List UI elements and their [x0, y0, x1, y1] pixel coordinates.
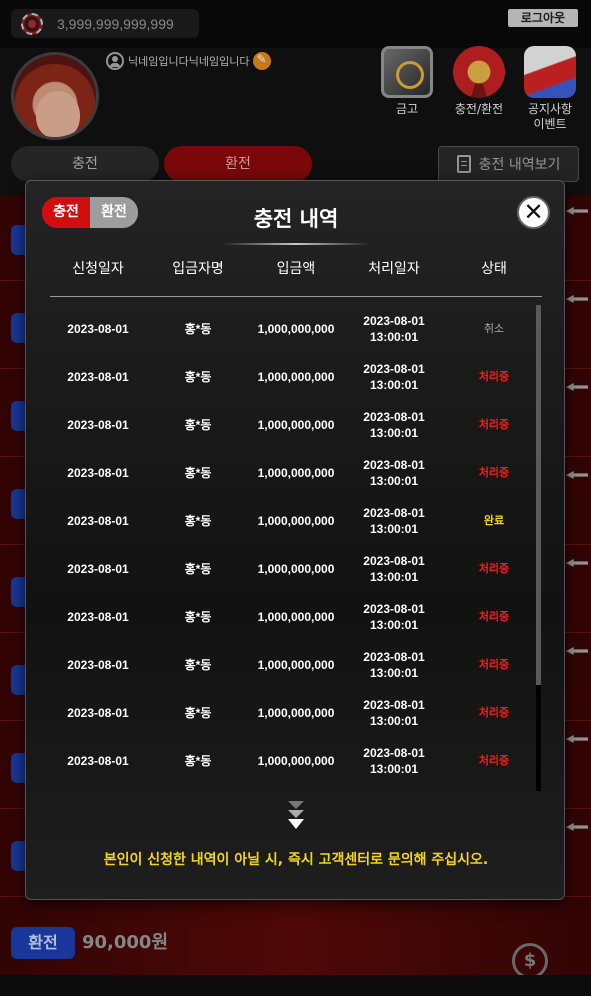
depositor-cell: 홍*동	[184, 562, 212, 576]
processed-date-cell: 2023-08-01 13:00:01	[342, 553, 446, 585]
depositor-cell: 홍*동	[184, 754, 212, 768]
column-header: 상태	[481, 261, 507, 277]
request-date-cell: 2023-08-01	[67, 562, 129, 576]
processed-date: 2023-08-01	[363, 362, 425, 376]
status-badge: 처리중	[478, 418, 510, 431]
processed-time: 13:00:01	[369, 618, 419, 632]
status-badge: 처리중	[478, 754, 510, 767]
status-badge: 처리중	[478, 706, 510, 719]
processed-date: 2023-08-01	[363, 554, 425, 568]
processed-date-cell: 2023-08-01 13:00:01	[342, 409, 446, 441]
close-icon: ✕	[523, 198, 544, 226]
title-underline	[222, 243, 370, 245]
status-badge: 처리중	[478, 370, 510, 383]
processed-time: 13:00:01	[369, 714, 419, 728]
processed-date: 2023-08-01	[363, 698, 425, 712]
depositor-cell: 홍*동	[184, 322, 212, 336]
request-date-cell: 2023-08-01	[67, 322, 129, 336]
processed-date-cell: 2023-08-01 13:00:01	[342, 361, 446, 393]
processed-date: 2023-08-01	[363, 602, 425, 616]
processed-time: 13:00:01	[369, 330, 419, 344]
table-row: 2023-08-01 홍*동 1,000,000,000 2023-08-01 13:0…	[50, 401, 542, 449]
processed-time: 13:00:01	[369, 762, 419, 776]
status-badge: 취소	[483, 322, 505, 335]
processed-date-cell: 2023-08-01 13:00:01	[342, 745, 446, 777]
status-badge: 처리중	[478, 658, 510, 671]
modal-title: 충전 내역	[253, 207, 339, 231]
processed-time: 13:00:01	[369, 522, 419, 536]
close-button[interactable]: ✕	[517, 196, 550, 229]
amount-cell: 1,000,000,000	[257, 706, 335, 720]
processed-date: 2023-08-01	[363, 314, 425, 328]
depositor-cell: 홍*동	[184, 418, 212, 432]
request-date-cell: 2023-08-01	[67, 658, 129, 672]
table-row: 2023-08-01 홍*동 1,000,000,000 2023-08-01 13:0…	[50, 593, 542, 641]
depositor-cell: 홍*동	[184, 610, 212, 624]
column-header: 처리일자	[368, 261, 420, 277]
request-date-cell: 2023-08-01	[67, 418, 129, 432]
processed-time: 13:00:01	[369, 570, 419, 584]
amount-cell: 1,000,000,000	[257, 754, 335, 768]
status-badge: 완료	[483, 514, 505, 527]
processed-date-cell: 2023-08-01 13:00:01	[342, 505, 446, 537]
amount-cell: 1,000,000,000	[257, 514, 335, 528]
processed-date-cell: 2023-08-01 13:00:01	[342, 649, 446, 681]
scrollbar[interactable]	[536, 305, 541, 791]
processed-time: 13:00:01	[369, 474, 419, 488]
charge-history-modal: 충전 환전 충전 내역 ✕ 신청일자 입금자명 입금액 처리일자 상태 2023…	[25, 180, 565, 900]
table-header: 신청일자 입금자명 입금액 처리일자 상태	[50, 259, 542, 297]
table-row: 2023-08-01 홍*동 1,000,000,000 2023-08-01 13:0…	[50, 353, 542, 401]
amount-cell: 1,000,000,000	[257, 418, 335, 432]
amount-cell: 1,000,000,000	[257, 658, 335, 672]
request-date-cell: 2023-08-01	[67, 466, 129, 480]
processed-time: 13:00:01	[369, 666, 419, 680]
table-row: 2023-08-01 홍*동 1,000,000,000 2023-08-01 13:0…	[50, 641, 542, 689]
table-row: 2023-08-01 홍*동 1,000,000,000 2023-08-01 13:0…	[50, 497, 542, 545]
amount-cell: 1,000,000,000	[257, 562, 335, 576]
processed-date-cell: 2023-08-01 13:00:01	[342, 601, 446, 633]
depositor-cell: 홍*동	[184, 370, 212, 384]
processed-date-cell: 2023-08-01 13:00:01	[342, 457, 446, 489]
processed-date-cell: 2023-08-01 13:00:01	[342, 697, 446, 729]
table-row: 2023-08-01 홍*동 1,000,000,000 2023-08-01 13:0…	[50, 449, 542, 497]
processed-date: 2023-08-01	[363, 458, 425, 472]
column-header: 입금액	[276, 261, 316, 277]
processed-date: 2023-08-01	[363, 650, 425, 664]
processed-time: 13:00:01	[369, 426, 419, 440]
column-header: 입금자명	[172, 261, 224, 277]
table-body: 2023-08-01 홍*동 1,000,000,000 2023-08-01 13:0…	[50, 305, 542, 785]
processed-date: 2023-08-01	[363, 506, 425, 520]
amount-cell: 1,000,000,000	[257, 322, 335, 336]
depositor-cell: 홍*동	[184, 466, 212, 480]
status-badge: 처리중	[478, 562, 510, 575]
request-date-cell: 2023-08-01	[67, 610, 129, 624]
table-row: 2023-08-01 홍*동 1,000,000,000 2023-08-01 13:0…	[50, 689, 542, 737]
status-badge: 처리중	[478, 466, 510, 479]
table-row: 2023-08-01 홍*동 1,000,000,000 2023-08-01 13:0…	[50, 545, 542, 593]
amount-cell: 1,000,000,000	[257, 370, 335, 384]
depositor-cell: 홍*동	[184, 658, 212, 672]
notice-text: 본인이 신청한 내역이 아닐 시, 즉시 고객센터로 문의해 주십시오.	[103, 852, 489, 868]
status-badge: 처리중	[478, 610, 510, 623]
processed-date-cell: 2023-08-01 13:00:01	[342, 313, 446, 345]
depositor-cell: 홍*동	[184, 706, 212, 720]
request-date-cell: 2023-08-01	[67, 514, 129, 528]
depositor-cell: 홍*동	[184, 514, 212, 528]
request-date-cell: 2023-08-01	[67, 370, 129, 384]
amount-cell: 1,000,000,000	[257, 610, 335, 624]
request-date-cell: 2023-08-01	[67, 754, 129, 768]
scroll-down-icon[interactable]	[288, 801, 304, 833]
table-row: 2023-08-01 홍*동 1,000,000,000 2023-08-01 13:0…	[50, 737, 542, 785]
scrollbar-thumb[interactable]	[536, 305, 541, 685]
request-date-cell: 2023-08-01	[67, 706, 129, 720]
processed-time: 13:00:01	[369, 378, 419, 392]
page: 3,999,999,999,999 로그아웃 닉네임입니다닉네임입니다 금고 충…	[0, 0, 591, 996]
table-row: 2023-08-01 홍*동 1,000,000,000 2023-08-01 13:0…	[50, 305, 542, 353]
amount-cell: 1,000,000,000	[257, 466, 335, 480]
column-header: 신청일자	[72, 261, 124, 277]
processed-date: 2023-08-01	[363, 410, 425, 424]
processed-date: 2023-08-01	[363, 746, 425, 760]
